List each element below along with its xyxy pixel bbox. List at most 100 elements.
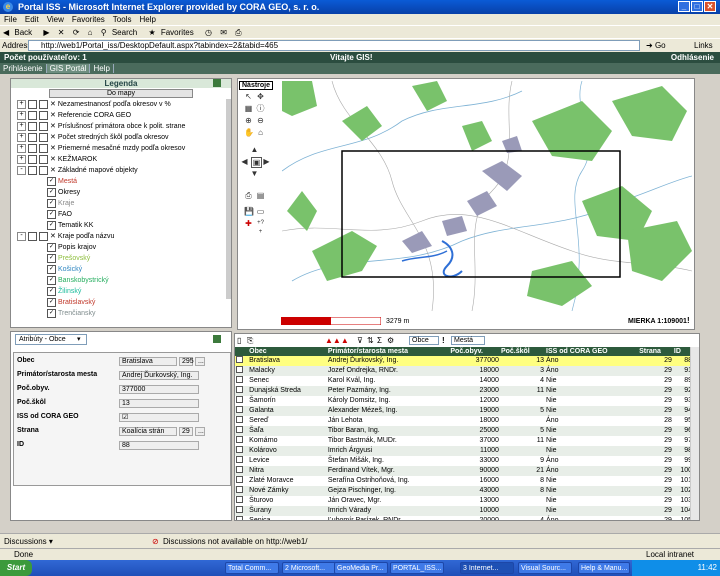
legend-checkbox[interactable] xyxy=(28,165,37,175)
column-header[interactable]: Primátor/starosta mesta xyxy=(326,347,450,356)
menu-item-help[interactable]: Help xyxy=(135,15,159,24)
legend-checkbox[interactable]: ✓ xyxy=(47,253,56,263)
map-canvas[interactable] xyxy=(282,81,692,311)
legend-visibility-checkbox[interactable] xyxy=(39,231,48,241)
legend-item[interactable]: + ✕ Nezamestnanosť podľa okresov v % xyxy=(11,99,231,110)
layer-select[interactable]: Obce xyxy=(409,336,439,345)
new-page-icon[interactable]: ▯ xyxy=(237,334,241,347)
legend-item[interactable]: - ✕ Základné mapové objekty xyxy=(11,165,231,176)
table-row[interactable]: Šurany Imrich Várady 10000 Nie 29 104 xyxy=(235,506,693,516)
expand-toggle-icon[interactable]: + xyxy=(17,121,26,131)
attr-value[interactable]: 13 xyxy=(119,399,199,408)
minimize-button[interactable]: _ xyxy=(678,1,690,12)
coords-icon[interactable]: +?+ xyxy=(256,219,265,235)
legend-item[interactable]: ✓ Kraje xyxy=(11,198,231,209)
logout-link[interactable]: Odhlásenie xyxy=(671,52,714,63)
table-row[interactable]: Šamorín Károly Domsitz, Ing. 12000 Nie 29 93 xyxy=(235,396,693,406)
legend-checkbox[interactable]: ✓ xyxy=(47,220,56,230)
row-checkbox[interactable] xyxy=(236,356,243,363)
select-tool-icon[interactable]: ✥ xyxy=(256,92,265,101)
legend-item[interactable]: ✓ Okresy xyxy=(11,187,231,198)
legend-checkbox[interactable] xyxy=(28,121,37,131)
print-map-icon[interactable]: ⎙ xyxy=(244,191,253,200)
table-row[interactable]: Senec Karol Kvál, Ing. 14000 4 Nie 29 89 xyxy=(235,376,693,386)
table-row[interactable]: Galanta Alexander Mézeš, Ing. 19000 5 Nie 29 9… xyxy=(235,406,693,416)
search-button[interactable]: ⚲ Search xyxy=(98,28,143,37)
column-header[interactable]: Strana xyxy=(638,347,673,356)
bookmark-icon[interactable]: ✚ xyxy=(244,219,253,228)
taskbar-task[interactable]: Visual Sourc... xyxy=(518,562,572,574)
table-row[interactable]: Levice Štefan Mišák, Ing. 33000 9 Áno 29 99 xyxy=(235,456,693,466)
expand-toggle-icon[interactable]: - xyxy=(17,231,26,241)
legend-checkbox[interactable] xyxy=(28,110,37,120)
column-header[interactable]: Obec xyxy=(248,347,327,356)
attr-value[interactable]: 377000 xyxy=(119,385,199,394)
attr-value[interactable]: Andrej Ďurkovský, Ing. xyxy=(119,371,199,380)
legend-item[interactable]: ✓ Tematik KK xyxy=(11,220,231,231)
taskbar-task[interactable]: 2 Microsoft... xyxy=(282,562,336,574)
expand-toggle-icon[interactable]: + xyxy=(17,143,26,153)
legend-item[interactable]: ✓ Žilinský xyxy=(11,286,231,297)
legend-item[interactable]: + ✕ Počet stredných škôl podľa okresov xyxy=(11,132,231,143)
legend-checkbox[interactable]: ✓ xyxy=(47,286,56,296)
go-button[interactable]: ➜ Go xyxy=(646,39,666,53)
legend-visibility-checkbox[interactable] xyxy=(39,121,48,131)
legend-checkbox[interactable] xyxy=(28,154,37,164)
stop-icon[interactable]: ✕ xyxy=(55,28,68,37)
favorites-button[interactable]: ★ Favorites xyxy=(145,28,199,37)
discussions-button[interactable]: Discussions ▾ xyxy=(0,537,53,546)
table-row[interactable]: Kolárovo Imrich Árgyusi 11000 Nie 29 98 xyxy=(235,446,693,456)
table-row[interactable]: Malacky Jozef Ondrejka, RNDr. 18000 3 Áno 29 9… xyxy=(235,366,693,376)
attributes-settings-icon[interactable] xyxy=(213,335,221,343)
mail-icon[interactable]: ✉ xyxy=(217,28,230,37)
pointer-tool-icon[interactable]: ↖ xyxy=(244,92,253,101)
table-row[interactable]: Sereď Ján Lehota 18000 Áno 28 95 xyxy=(235,416,693,426)
taskbar-task[interactable]: Help & Manu... xyxy=(578,562,630,574)
table-settings-icon[interactable]: ⚙ xyxy=(387,334,394,347)
info-tool-icon[interactable]: ⓘ xyxy=(256,104,265,113)
taskbar-task[interactable]: GeoMedia Pr... xyxy=(334,562,388,574)
expand-toggle-icon[interactable]: + xyxy=(17,132,26,142)
maximize-button[interactable]: □ xyxy=(691,1,703,12)
zoom-in-icon[interactable]: ⊕ xyxy=(244,116,253,125)
attr-extra[interactable]: 295 xyxy=(179,357,194,366)
legend-item[interactable]: ✓ Košický xyxy=(11,264,231,275)
legend-item[interactable]: + ✕ KEŽMAROK xyxy=(11,154,231,165)
legend-checkbox[interactable] xyxy=(28,132,37,142)
column-header[interactable]: ISS od CORA GEO xyxy=(545,347,639,356)
row-checkbox[interactable] xyxy=(236,436,243,443)
row-checkbox[interactable] xyxy=(236,456,243,463)
measure-tool-icon[interactable]: ▭ xyxy=(256,207,265,216)
legend-item[interactable]: - ✕ Kraje podľa názvu xyxy=(11,231,231,242)
table-row[interactable]: Senica Ľubomír Parízek, RNDr. 20000 4 Áno 29 1… xyxy=(235,516,693,520)
attr-extra[interactable]: 29 xyxy=(179,427,193,436)
sort-icon[interactable]: ⇅ xyxy=(367,334,374,347)
print-icon[interactable]: ⎙ xyxy=(232,28,244,37)
taskbar-task[interactable]: 3 Internet... xyxy=(460,562,514,574)
menu-item-tools[interactable]: Tools xyxy=(109,15,136,24)
column-header[interactable]: Poč.obyv. xyxy=(449,347,500,356)
legend-checkbox[interactable]: ✓ xyxy=(47,176,56,186)
row-checkbox[interactable] xyxy=(236,446,243,453)
attr-lookup-button[interactable]: ... xyxy=(195,357,205,366)
legend-item[interactable]: ✓ Trenčiansky xyxy=(11,308,231,319)
history-icon[interactable]: ◷ xyxy=(202,28,215,37)
table-row[interactable]: Šaľa Tibor Baran, Ing. 25000 5 Nie 29 96 xyxy=(235,426,693,436)
legend-checkbox[interactable]: ✓ xyxy=(47,308,56,318)
zoom-out-icon[interactable]: ⊖ xyxy=(256,116,265,125)
legend-visibility-checkbox[interactable] xyxy=(39,132,48,142)
legend-item[interactable]: ✓ Mestá xyxy=(11,176,231,187)
menu-item-edit[interactable]: Edit xyxy=(21,15,43,24)
links-label[interactable]: Links xyxy=(694,39,713,53)
legend-item[interactable]: ✓ Prešovský xyxy=(11,253,231,264)
export-map-icon[interactable]: ▤ xyxy=(256,191,265,200)
legend-item[interactable]: + ✕ Príslušnosť primátora obce k polit. st… xyxy=(11,121,231,132)
legend-visibility-checkbox[interactable] xyxy=(39,99,48,109)
row-checkbox[interactable] xyxy=(236,386,243,393)
legend-checkbox[interactable]: ✓ xyxy=(47,275,56,285)
attr-lookup-button[interactable]: ... xyxy=(195,427,205,436)
to-map-button[interactable]: Do mapy xyxy=(49,89,193,98)
row-checkbox[interactable] xyxy=(236,496,243,503)
row-checkbox[interactable] xyxy=(236,516,243,520)
legend-item[interactable]: + ✕ Referencie CORA GEO xyxy=(11,110,231,121)
